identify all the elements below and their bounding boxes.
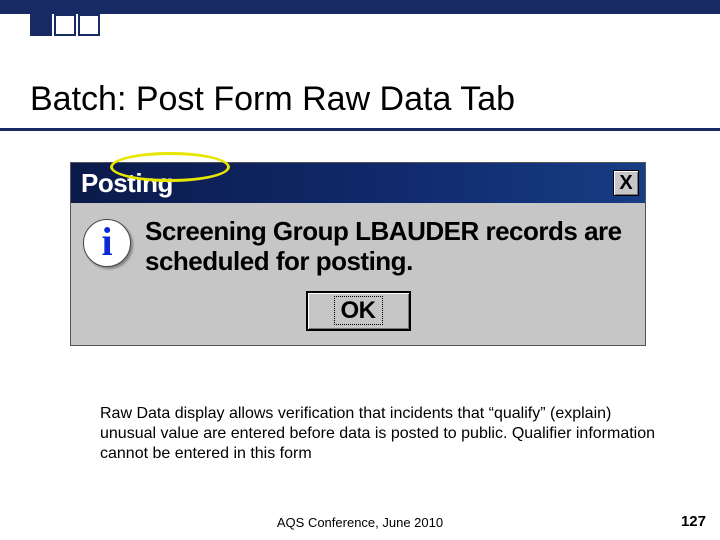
dialog-message: Screening Group LBAUDER records are sche… [145,217,633,277]
dialog-body: i Screening Group LBAUDER records are sc… [71,203,645,285]
close-button[interactable]: X [613,170,639,196]
info-icon-letter: i [101,222,112,262]
slide-title: Batch: Post Form Raw Data Tab [30,80,515,119]
dialog-actions: OK [71,285,645,345]
ornament-square [54,14,76,36]
title-underline [0,128,720,131]
dialog-window: Posting X i Screening Group LBAUDER reco… [70,162,646,346]
slide-note: Raw Data display allows verification tha… [100,404,660,464]
slide-top-stripe [0,0,720,14]
footer-conference: AQS Conference, June 2010 [0,515,720,530]
dialog-title-text: Posting [81,168,173,199]
ok-button[interactable]: OK [306,291,411,331]
close-icon: X [619,172,632,195]
dialog-titlebar: Posting X [71,163,645,203]
info-icon: i [83,219,131,267]
page-number: 127 [681,513,706,530]
ornament-square-filled [30,14,52,36]
ornament-square [78,14,100,36]
ok-button-label: OK [334,296,383,325]
slide-top-ornament [30,14,100,36]
